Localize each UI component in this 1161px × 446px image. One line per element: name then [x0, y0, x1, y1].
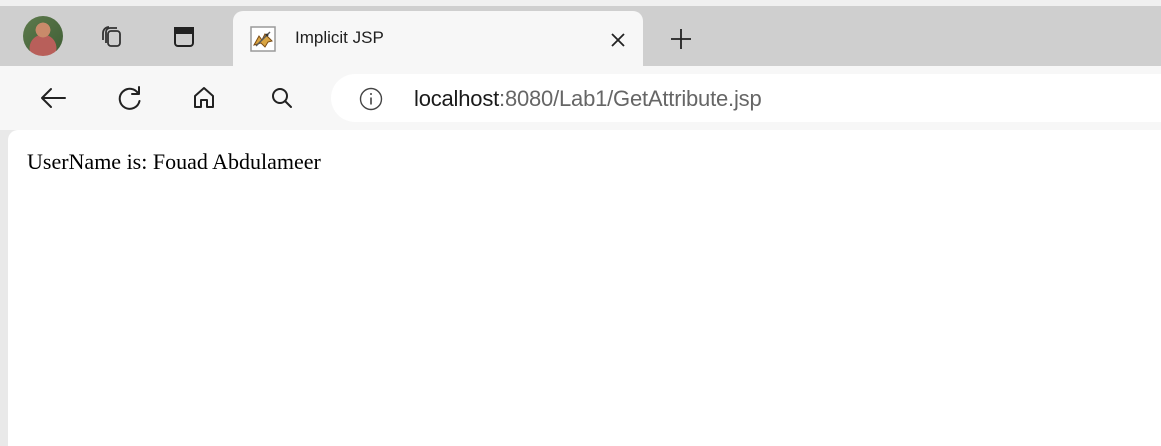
refresh-icon[interactable]: [113, 81, 147, 115]
page-content: UserName is: Fouad Abdulameer: [8, 130, 1161, 446]
vertical-tabs-icon[interactable]: [169, 22, 199, 52]
address-url[interactable]: localhost:8080/Lab1/GetAttribute.jsp: [414, 86, 762, 112]
workspaces-icon[interactable]: [97, 22, 127, 52]
url-path: :8080/Lab1/GetAttribute.jsp: [499, 86, 762, 111]
close-icon[interactable]: [607, 29, 629, 51]
tab-title: Implicit JSP: [295, 28, 384, 47]
info-icon[interactable]: [359, 87, 383, 111]
title-bar: [0, 0, 1161, 6]
profile-avatar[interactable]: [23, 16, 63, 56]
navigation-toolbar: localhost:8080/Lab1/GetAttribute.jsp: [0, 66, 1161, 130]
address-bar[interactable]: localhost:8080/Lab1/GetAttribute.jsp: [331, 74, 1161, 122]
back-icon[interactable]: [36, 81, 70, 115]
browser-window: Implicit JSP localhost:8080/Lab1/GetAttr…: [0, 0, 1161, 446]
url-host: localhost: [414, 86, 500, 111]
home-icon[interactable]: [187, 81, 221, 115]
username-text: UserName is: Fouad Abdulameer: [27, 149, 321, 174]
search-icon[interactable]: [265, 81, 299, 115]
tab-implicit-jsp[interactable]: Implicit JSP: [233, 11, 643, 66]
new-tab-icon[interactable]: [666, 24, 696, 54]
tomcat-icon: [250, 26, 276, 52]
tab-strip: Implicit JSP: [0, 0, 1161, 66]
